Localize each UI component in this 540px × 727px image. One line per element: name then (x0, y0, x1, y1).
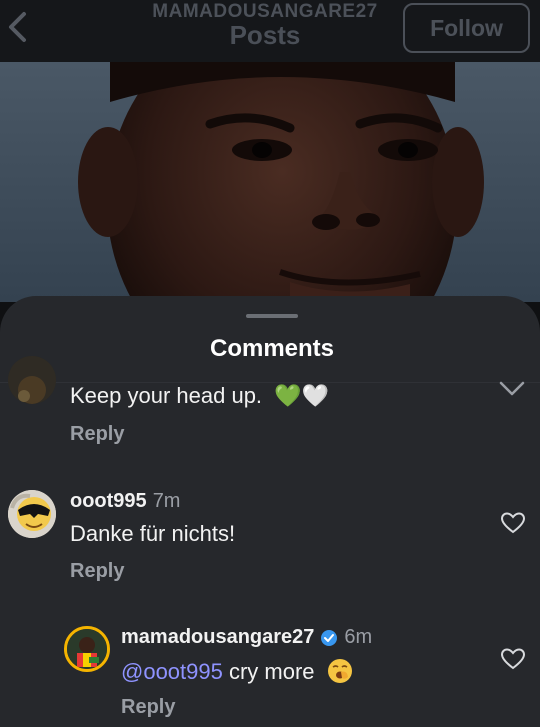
comment-text: Keep your head up. 💚🤍 (70, 383, 329, 409)
follow-button[interactable]: Follow (403, 3, 530, 53)
comment-username[interactable]: mamadousangare27 (121, 626, 314, 649)
comment-text: Danke für nichts! (70, 521, 236, 546)
reply-button[interactable]: Reply (121, 696, 175, 719)
comment-header: mamadousangare27 6m (121, 626, 372, 649)
comment-emoji: 💚🤍 (274, 383, 329, 408)
top-bar: MAMADOUSANGARE27 Posts Follow (0, 0, 540, 62)
post-image[interactable] (0, 62, 540, 302)
comment-text: @ooot995 cry more (121, 658, 353, 685)
reply-button[interactable]: Reply (70, 560, 124, 583)
yawning-face-icon (327, 659, 352, 683)
comment-body: cry more (222, 659, 315, 684)
verified-badge-icon (321, 629, 338, 646)
comment-body: Keep your head up. (70, 383, 263, 408)
avatar[interactable] (8, 356, 56, 404)
heart-outline-icon[interactable] (500, 647, 526, 671)
comments-sheet: Comments Keep your head up. 💚🤍 Reply ooo… (0, 296, 540, 727)
reply-button[interactable]: Reply (70, 423, 124, 446)
avatar[interactable] (8, 490, 56, 538)
drag-handle[interactable] (246, 314, 298, 318)
comment-timestamp: 7m (152, 490, 181, 512)
sheet-title: Comments (209, 335, 335, 362)
chevron-down-icon[interactable] (498, 380, 526, 398)
comment-header: ooot995 7m (70, 490, 180, 513)
comment-username[interactable]: ooot995 (70, 490, 147, 513)
heart-outline-icon[interactable] (500, 511, 526, 535)
mention-link[interactable]: @ooot995 (121, 659, 223, 684)
avatar[interactable] (64, 626, 110, 672)
comment-timestamp: 6m (344, 626, 373, 648)
